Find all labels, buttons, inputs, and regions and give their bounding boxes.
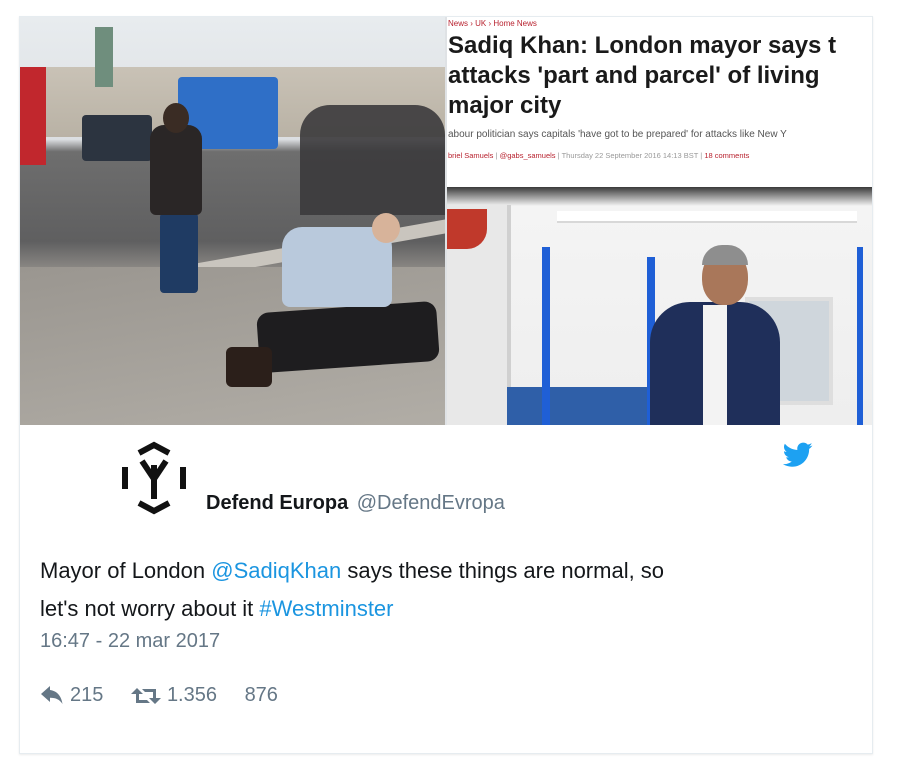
photo-crowd	[300, 105, 445, 215]
photo-red-bus	[20, 67, 46, 165]
article-breadcrumb: News › UK › Home News	[448, 19, 537, 28]
defend-europa-logo-icon[interactable]	[117, 441, 191, 515]
photo-woman-head	[163, 103, 189, 133]
tweet-text-part: let's not worry about it	[40, 596, 260, 621]
tube-door-red	[447, 209, 487, 249]
photo-van	[82, 115, 152, 161]
byline-author: briel Samuels	[448, 151, 494, 160]
twitter-bird-icon[interactable]	[782, 442, 813, 468]
article-byline: briel Samuels | @gabs_samuels | Thursday…	[448, 151, 750, 160]
byline-handle: @gabs_samuels	[499, 151, 556, 160]
mention-link[interactable]: @SadiqKhan	[211, 558, 341, 583]
photo-injured-person	[256, 300, 440, 374]
reply-count: 215	[70, 684, 104, 707]
retweet-button[interactable]: 1.356	[130, 684, 217, 707]
tweet-text-part: says these things are normal, so	[341, 558, 665, 583]
article-header: News › UK › Home News Sadiq Khan: London…	[447, 17, 872, 187]
tube-pole	[857, 247, 863, 425]
reply-button[interactable]: 215	[40, 684, 103, 707]
reply-icon	[41, 685, 63, 704]
tube-pole	[542, 247, 550, 425]
like-button[interactable]: 876	[245, 684, 278, 707]
tweet-text-part: Mayor of London	[40, 558, 212, 583]
westminster-bridge-photo[interactable]	[20, 17, 445, 425]
photo-woman-legs	[160, 213, 198, 293]
like-count: 876	[244, 684, 278, 707]
tweet-media[interactable]: News › UK › Home News Sadiq Khan: London…	[20, 17, 872, 425]
tube-carriage-photo	[447, 187, 872, 425]
author-handle[interactable]: @DefendEvropa	[357, 492, 505, 514]
article-headline-line: major city	[448, 92, 562, 119]
photo-kneeling-man-head	[372, 213, 400, 243]
article-screenshot-photo[interactable]: News › UK › Home News Sadiq Khan: London…	[447, 17, 872, 425]
photo-boots	[226, 347, 272, 387]
tweet-actions: 215 1.356 876	[40, 684, 300, 708]
photo-man-shirt	[703, 305, 727, 425]
author-display-name[interactable]: Defend Europa	[206, 492, 348, 514]
tube-light	[557, 211, 857, 223]
article-headline: Sadiq Khan: London mayor says t attacks …	[448, 31, 872, 121]
hashtag-link[interactable]: #Westminster	[259, 596, 393, 621]
article-standfirst: abour politician says capitals 'have got…	[448, 129, 787, 140]
article-headline-line: Sadiq Khan: London mayor says t	[448, 32, 837, 59]
photo-tower	[95, 27, 113, 87]
retweet-icon	[130, 687, 161, 704]
article-headline-line: attacks 'part and parcel' of living	[448, 62, 820, 89]
photo-woman-body	[150, 125, 202, 215]
byline-comments: 18 comments	[704, 151, 750, 160]
tweet-timestamp[interactable]: 16:47 - 22 mar 2017	[40, 630, 220, 653]
retweet-count: 1.356	[166, 684, 217, 707]
tweet-text: Mayor of London @SadiqKhan says these th…	[40, 552, 830, 628]
photo-man-hair	[702, 245, 748, 265]
tweet-author[interactable]: Defend Europa @DefendEvropa	[206, 492, 505, 515]
byline-date: Thursday 22 September 2016 14:13 BST	[561, 151, 699, 160]
